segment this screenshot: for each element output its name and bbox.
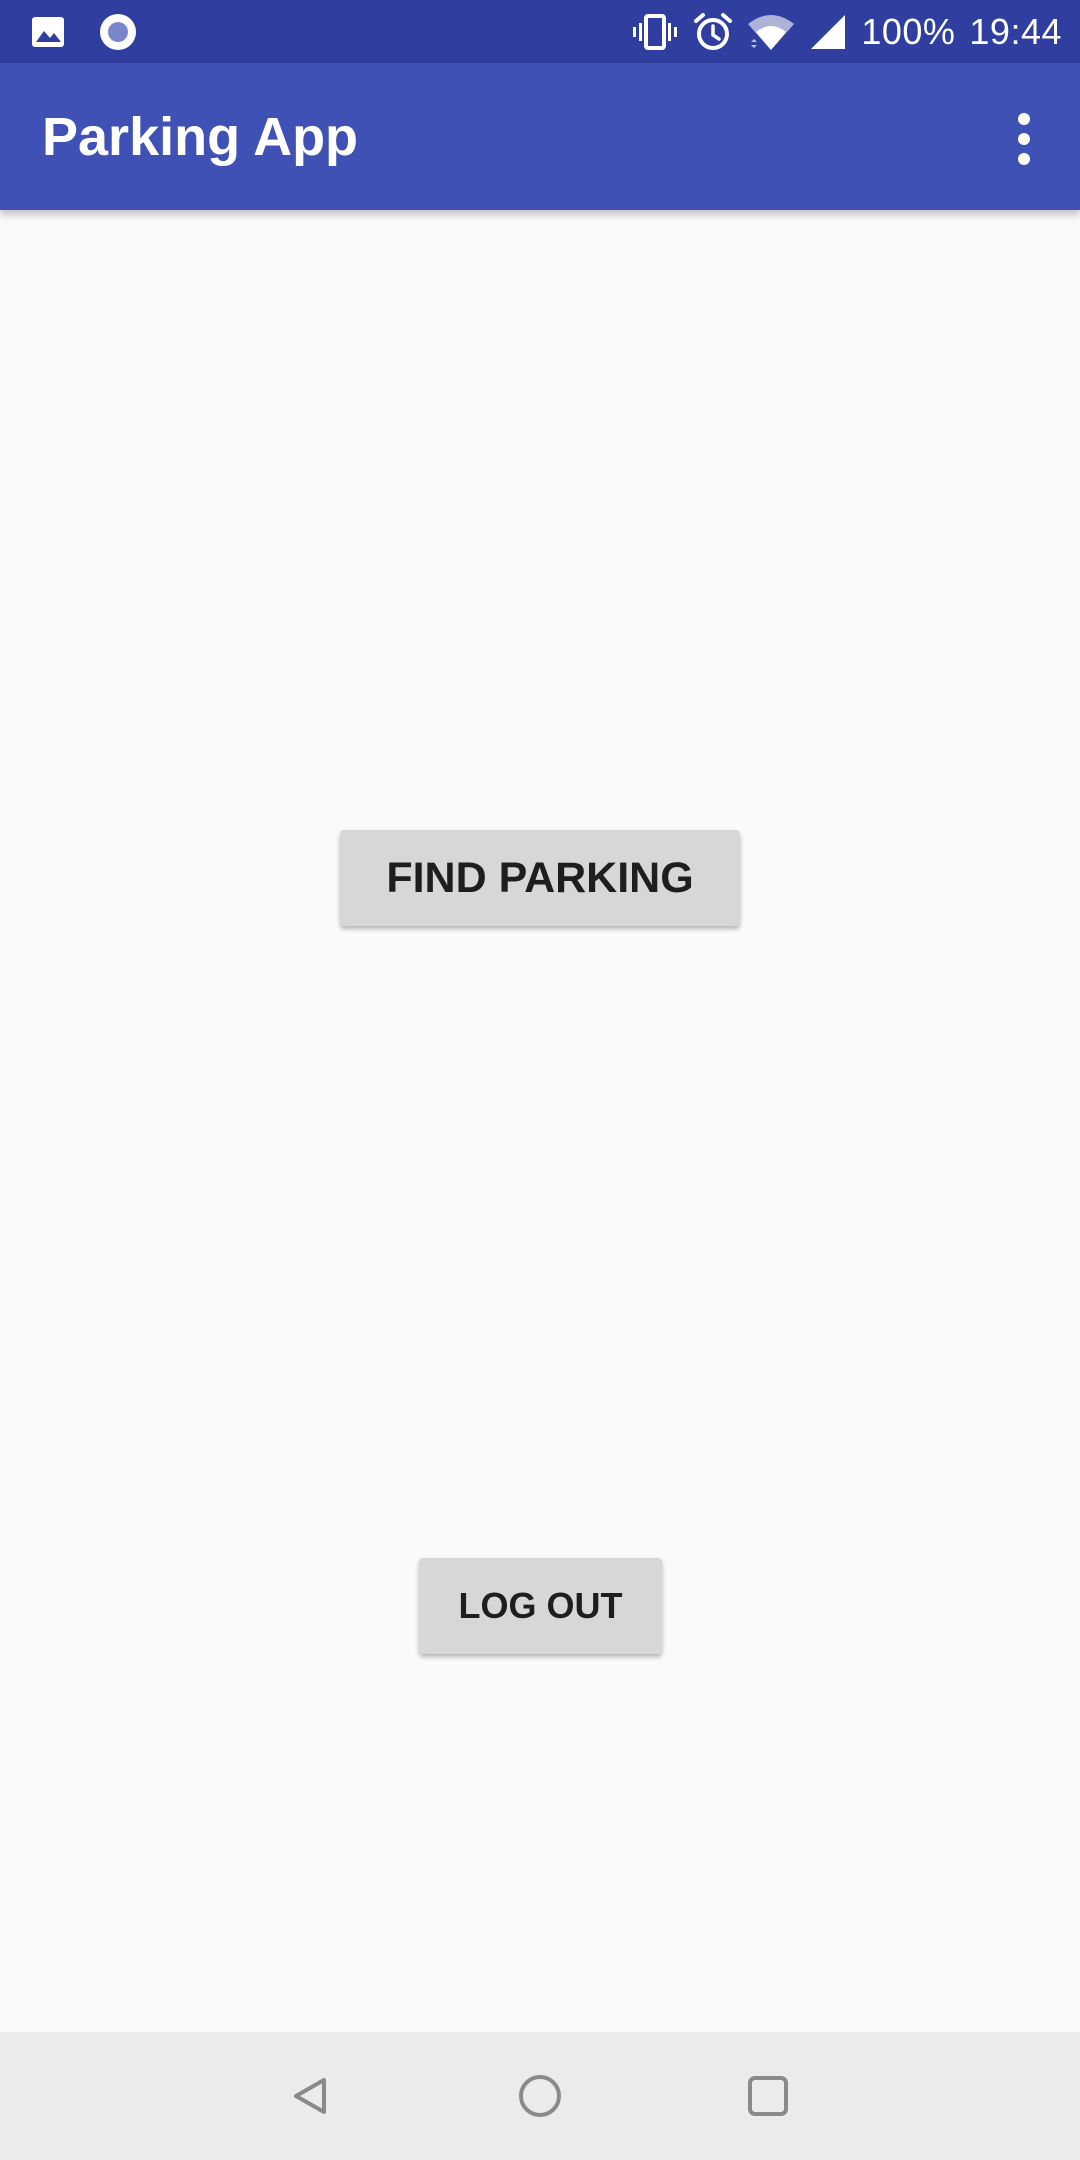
navigation-bar	[0, 2032, 1080, 2160]
wifi-icon	[747, 12, 795, 52]
menu-dot	[1018, 113, 1030, 125]
status-bar-notifications	[30, 12, 138, 52]
vibrate-icon	[631, 12, 679, 52]
recents-icon[interactable]	[732, 2060, 804, 2132]
main-content: FIND PARKING LOG OUT	[0, 210, 1080, 2032]
logout-button[interactable]: LOG OUT	[419, 1558, 662, 1654]
image-notification-icon	[30, 14, 66, 50]
app-title: Parking App	[42, 107, 359, 167]
menu-dot	[1018, 133, 1030, 145]
battery-percentage: 100%	[861, 11, 956, 52]
status-time: 19:44	[969, 11, 1062, 52]
status-bar: 100% 19:44	[0, 0, 1080, 63]
home-icon[interactable]	[504, 2060, 576, 2132]
status-bar-system: 100% 19:44	[631, 8, 1062, 56]
app-bar: Parking App	[0, 63, 1080, 210]
more-vert-icon[interactable]	[992, 99, 1056, 179]
find-parking-button[interactable]: FIND PARKING	[340, 830, 740, 926]
menu-dot	[1018, 153, 1030, 165]
record-notification-icon	[98, 12, 138, 52]
cell-signal-icon	[809, 13, 847, 51]
alarm-icon	[693, 12, 733, 52]
back-icon[interactable]	[274, 2060, 346, 2132]
